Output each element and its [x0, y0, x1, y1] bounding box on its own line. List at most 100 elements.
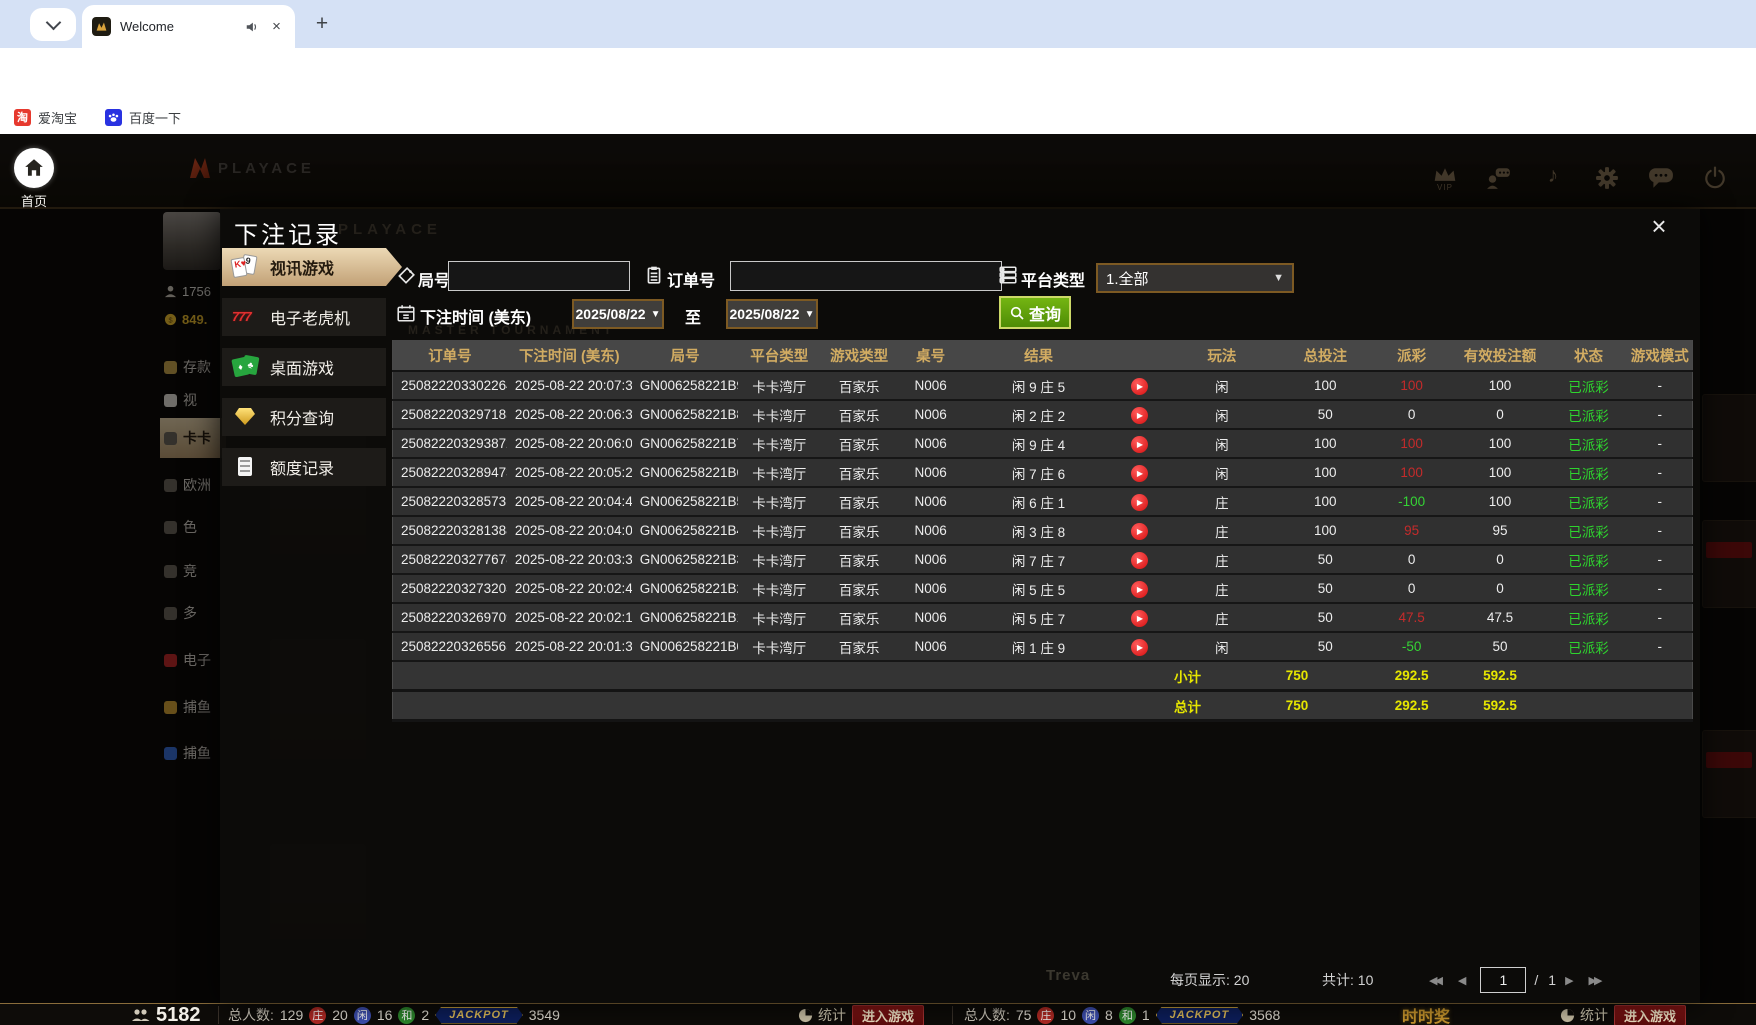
banker-badge: 庄 [1037, 1007, 1054, 1024]
date-to-select[interactable]: 2025/08/22 ▼ [726, 299, 818, 329]
table-header-row: 订单号下注时间 (美东)局号平台类型游戏类型桌号结果玩法总投注派彩有效投注额状态… [393, 340, 1693, 371]
order-number-label: 订单号 [667, 267, 715, 291]
menu-item-credit-records[interactable]: 额度记录 [222, 448, 386, 486]
bet-table: 订单号下注时间 (美东)局号平台类型游戏类型桌号结果玩法总投注派彩有效投注额状态… [392, 340, 1693, 722]
page-separator: / [1534, 972, 1538, 988]
tie-badge: 和 [398, 1007, 415, 1024]
bet-records-modal: PLAYACE MASTER TOURNAMENT Treva 下注记录 × 9… [220, 209, 1700, 1003]
column-header: 总投注 [1278, 340, 1373, 371]
menu-item-table-games[interactable]: ♦♣ 桌面游戏 [222, 348, 386, 386]
round-number-label: 局号 [418, 267, 450, 291]
last-page-icon[interactable]: ▶▶ [1589, 974, 1600, 987]
table-row: 2508222032655652025-08-22 20:01:33GN0062… [393, 632, 1693, 661]
browser-tabstrip: Welcome × + [0, 0, 1756, 48]
play-video-button[interactable]: ▶ [1131, 581, 1148, 598]
table-row: 2508222033022642025-08-22 20:07:31GN0062… [393, 371, 1693, 400]
browser-toolbar: ← → ↻ ⌂ 175616.cc/home [0, 48, 1756, 100]
column-header: 下注时间 (美东) [507, 340, 632, 371]
search-button[interactable]: 查询 [999, 296, 1071, 329]
audio-speaker-icon[interactable] [243, 18, 260, 35]
first-page-icon[interactable]: ◀◀ [1429, 974, 1440, 987]
column-header: 派彩 [1373, 340, 1451, 371]
play-video-button[interactable]: ▶ [1131, 523, 1148, 540]
column-header: 桌号 [898, 340, 963, 371]
play-video-button[interactable]: ▶ [1131, 639, 1148, 656]
play-video-button[interactable]: ▶ [1131, 407, 1148, 424]
stats-enter-group-1: 统计 进入游戏 [798, 1004, 924, 1025]
column-header: 平台类型 [738, 340, 820, 371]
home-page-button[interactable]: 首页 [12, 148, 56, 210]
clipboard-icon [644, 265, 664, 285]
tab-search-button[interactable] [30, 8, 76, 41]
browser-tab[interactable]: Welcome × [82, 5, 295, 48]
column-header: 有效投注额 [1451, 340, 1550, 371]
online-count: 5182 [132, 1004, 201, 1025]
round-number-input[interactable] [448, 261, 630, 291]
screen: Welcome × + ← → ↻ ⌂ 175616.cc/home 淘 爱淘宝 [0, 0, 1756, 1025]
table-row: 2508222032776782025-08-22 20:03:32GN0062… [393, 545, 1693, 574]
tag-icon [396, 266, 416, 286]
chevron-down-icon [45, 15, 61, 31]
taobao-icon: 淘 [14, 109, 31, 126]
column-header: 状态 [1549, 340, 1627, 371]
prev-page-icon[interactable]: ◀ [1458, 974, 1463, 987]
play-video-button[interactable]: ▶ [1131, 465, 1148, 482]
new-tab-button[interactable]: + [308, 10, 336, 38]
bookmark-taobao[interactable]: 淘 爱淘宝 [14, 108, 91, 127]
document-icon [232, 455, 260, 479]
table-row: 2508222032813882025-08-22 20:04:06GN0062… [393, 516, 1693, 545]
table-row: 2508222032732032025-08-22 20:02:48GN0062… [393, 574, 1693, 603]
search-icon [1009, 305, 1025, 321]
bookmarks-bar: 淘 爱淘宝 百度一下 [0, 100, 1756, 135]
play-video-button[interactable]: ▶ [1131, 552, 1148, 569]
platform-list-icon [998, 265, 1018, 285]
bottom-stats-bar: 5182 总人数: 129 庄 20 闲 16 和 2 JACKPOT 3549… [0, 1003, 1756, 1025]
background-game-name: Treva [1046, 967, 1090, 984]
chevron-down-icon: ▼ [651, 309, 661, 320]
tab-close-icon[interactable]: × [268, 18, 285, 35]
chevron-down-icon: ▼ [1273, 272, 1284, 284]
play-video-button[interactable]: ▶ [1131, 436, 1148, 453]
column-header: 游戏类型 [820, 340, 898, 371]
column-header: 订单号 [393, 340, 507, 371]
order-number-input[interactable] [730, 261, 1002, 291]
chevron-down-icon: ▼ [805, 309, 815, 320]
platform-type-select[interactable]: 1.全部 ▼ [1096, 263, 1294, 293]
close-icon[interactable]: × [1644, 211, 1674, 241]
stats-button[interactable]: 统计 [1560, 1005, 1608, 1025]
page-total: 1 [1548, 972, 1556, 988]
column-header: 局号 [632, 340, 739, 371]
tab-title: Welcome [120, 19, 243, 34]
summary-row: 总计750292.5592.5 [393, 691, 1693, 721]
menu-item-slots[interactable]: 777 电子老虎机 [222, 298, 386, 336]
date-from-select[interactable]: 2025/08/22 ▼ [572, 299, 664, 329]
table-row: 2508222032938722025-08-22 20:06:05GN0062… [393, 429, 1693, 458]
platform-type-label: 平台类型 [1021, 267, 1085, 291]
table-row: 2508222032894732025-08-22 20:05:23GN0062… [393, 458, 1693, 487]
page-number-input[interactable] [1480, 967, 1526, 993]
stats-enter-group-2: 统计 进入游戏 [1560, 1004, 1686, 1025]
bet-time-label: 下注时间 (美东) [420, 304, 531, 328]
menu-item-points[interactable]: 积分查询 [222, 398, 386, 436]
summary-row: 小计750292.5592.5 [393, 661, 1693, 691]
play-video-button[interactable]: ▶ [1131, 378, 1148, 395]
enter-game-button[interactable]: 进入游戏 [852, 1005, 924, 1025]
table-row: 2508222032971852025-08-22 20:06:39GN0062… [393, 400, 1693, 429]
slot-777-icon: 777 [232, 305, 260, 329]
calendar-icon [396, 303, 416, 323]
stats-button[interactable]: 统计 [798, 1005, 846, 1025]
table-stats-2: 总人数: 75 庄 10 闲 8 和 1 JACKPOT 3568 [964, 1004, 1280, 1025]
bookmark-baidu[interactable]: 百度一下 [105, 108, 195, 127]
next-page-icon[interactable]: ▶ [1565, 974, 1570, 987]
play-video-button[interactable]: ▶ [1131, 494, 1148, 511]
per-page-label: 每页显示: 20 [1170, 967, 1249, 993]
table-games-icon: ♦♣ [232, 355, 260, 379]
play-video-button[interactable]: ▶ [1131, 610, 1148, 627]
playing-cards-icon: 9K♥ [232, 255, 260, 279]
site-favicon [92, 17, 111, 36]
menu-item-video-games[interactable]: 9K♥ 视讯游戏 [222, 248, 402, 286]
casino-page: PLAYACE VIP ♪ [0, 134, 1756, 1025]
jackpot-badge: JACKPOT [435, 1007, 523, 1024]
home-icon [14, 148, 54, 188]
enter-game-button[interactable]: 进入游戏 [1614, 1005, 1686, 1025]
